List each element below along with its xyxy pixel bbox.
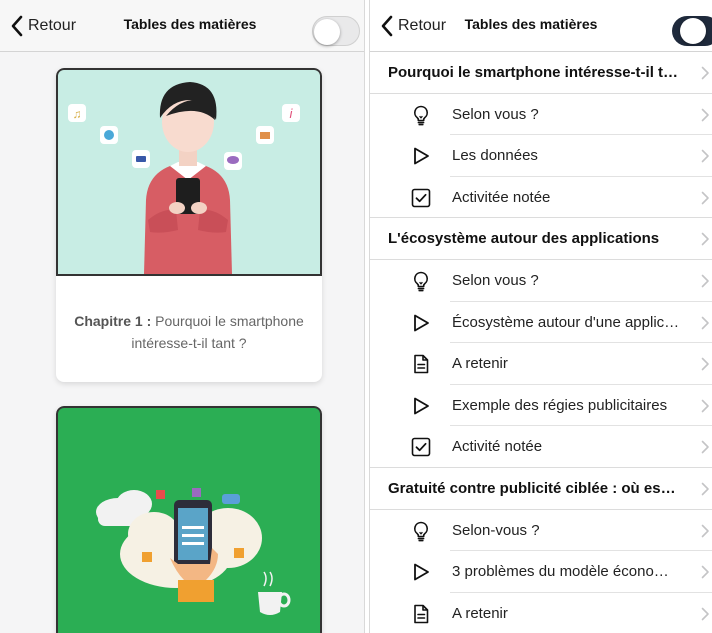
toc-item-row[interactable]: Selon vous ?: [370, 260, 712, 302]
chevron-left-icon: [381, 15, 393, 37]
item-label: A retenir: [452, 604, 508, 622]
chapter-number: Chapitre 1 :: [74, 313, 152, 329]
chevron-right-icon: [700, 108, 710, 122]
navbar: Retour Tables des matières: [370, 0, 712, 52]
toc-item-row[interactable]: Selon vous ?: [370, 94, 712, 136]
chevron-right-icon: [700, 191, 710, 205]
person-with-phone-illustration: ♫ i: [68, 82, 300, 274]
back-label: Retour: [398, 17, 447, 34]
chapters-screen: Retour Tables des matières ♫ i Chapitre …: [0, 0, 364, 633]
toc-section-row[interactable]: L'écosystème autour des applications: [370, 218, 712, 260]
play-icon: [410, 561, 432, 583]
chevron-right-icon: [700, 607, 710, 621]
toc-section-row[interactable]: Pourquoi le smartphone intéresse-t-il ta…: [370, 52, 712, 94]
toc-item-row[interactable]: Activité notée: [370, 426, 712, 468]
chevron-right-icon: [700, 399, 710, 413]
lightbulb-icon: [410, 270, 432, 292]
chevron-right-icon: [700, 482, 710, 496]
item-label: Selon vous ?: [452, 105, 539, 123]
item-label: Activitée notée: [452, 188, 551, 206]
chapter-illustration: ♫ i: [56, 68, 322, 276]
view-mode-toggle[interactable]: [672, 16, 712, 46]
toc-item-row[interactable]: Écosystème autour d'une application: [370, 302, 712, 344]
toggle-knob: [680, 18, 706, 44]
section-title: L'écosystème autour des applications: [388, 230, 660, 248]
toc-item-row[interactable]: Les données: [370, 135, 712, 177]
item-label: Exemple des régies publicitaires: [452, 396, 668, 414]
chapter-illustration: [56, 406, 322, 633]
item-label: A retenir: [452, 355, 508, 373]
play-icon: [410, 395, 432, 417]
back-label: Retour: [28, 17, 77, 34]
chevron-right-icon: [700, 316, 710, 330]
back-button[interactable]: Retour: [10, 13, 76, 39]
toc-item-row[interactable]: 3 problèmes du modèle économique: [370, 551, 712, 593]
svg-text:♫: ♫: [73, 107, 82, 121]
lightbulb-icon: [410, 104, 432, 126]
section-title: Gratuité contre publicité ciblée : où es…: [388, 479, 680, 497]
toc-item-row[interactable]: Exemple des régies publicitaires: [370, 385, 712, 427]
document-icon: [410, 603, 432, 625]
back-button[interactable]: Retour: [380, 13, 446, 39]
cloud-phone-illustration: [96, 488, 291, 615]
chevron-right-icon: [700, 66, 710, 80]
checkbox-icon: [410, 187, 432, 209]
view-mode-toggle[interactable]: [312, 16, 360, 46]
table-of-contents: Pourquoi le smartphone intéresse-t-il ta…: [370, 52, 712, 633]
document-icon: [410, 353, 432, 375]
chapter-caption: Chapitre 1 : Pourquoi le smartphone inté…: [66, 310, 312, 354]
toggle-knob: [314, 19, 340, 45]
chevron-right-icon: [700, 524, 710, 538]
chapter-card-1[interactable]: ♫ i Chapitre 1: Pourquoi le smartphone …: [56, 68, 322, 382]
chevron-right-icon: [700, 232, 710, 246]
chevron-left-icon: [11, 15, 23, 37]
navbar: Retour Tables des matières: [0, 0, 364, 52]
lightbulb-icon: [410, 520, 432, 542]
item-label: Écosystème autour d'une application: [452, 313, 680, 331]
chevron-right-icon: [700, 440, 710, 454]
toc-item-row[interactable]: A retenir: [370, 343, 712, 385]
chevron-right-icon: [700, 357, 710, 371]
chevron-right-icon: [700, 565, 710, 579]
toc-item-row[interactable]: Activitée notée: [370, 177, 712, 219]
chapter-title: Pourquoi le smartphone intéresse-t-il ta…: [131, 313, 304, 351]
chapter-card-2[interactable]: [56, 406, 322, 633]
toc-item-row[interactable]: A retenir: [370, 593, 712, 633]
toc-item-row[interactable]: Selon-vous ?: [370, 510, 712, 552]
item-label: Activité notée: [452, 438, 543, 456]
item-label: Selon-vous ?: [452, 521, 540, 539]
toc-screen: Retour Tables des matières Pourquoi le s…: [370, 0, 712, 633]
chevron-right-icon: [700, 149, 710, 163]
play-icon: [410, 145, 432, 167]
toc-section-row[interactable]: Gratuité contre publicité ciblée : où es…: [370, 468, 712, 510]
checkbox-icon: [410, 436, 432, 458]
section-title: Pourquoi le smartphone intéresse-t-il ta…: [388, 64, 680, 81]
item-label: Selon vous ?: [452, 271, 539, 289]
chevron-right-icon: [700, 274, 710, 288]
item-label: Les données: [452, 147, 538, 165]
play-icon: [410, 312, 432, 334]
item-label: 3 problèmes du modèle économique: [452, 563, 680, 581]
